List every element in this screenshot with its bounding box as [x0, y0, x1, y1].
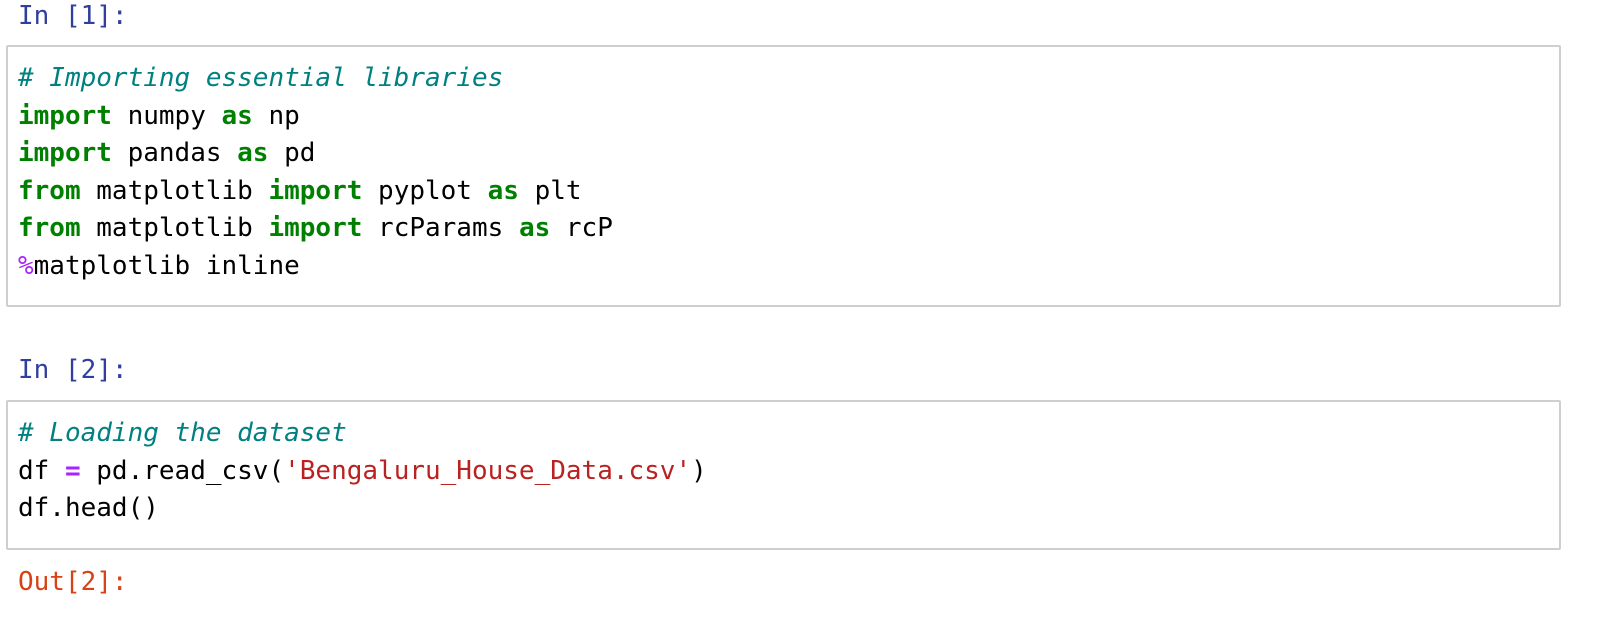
keyword-token: import	[18, 138, 112, 168]
magic-token: %	[18, 250, 34, 281]
code-line: # Importing essential libraries	[18, 60, 613, 98]
code-token: matplotlib inline	[33, 250, 300, 281]
code-cell-1[interactable]: # Importing essential libraries import nu…	[6, 45, 1561, 307]
code-line: from matplotlib import rcParams as rcP	[18, 210, 613, 248]
code-token: matplotlib	[80, 213, 269, 243]
keyword-token: as	[487, 175, 519, 206]
code-token: )	[691, 455, 707, 486]
code-token: pd	[268, 138, 316, 168]
keyword-token: import	[268, 175, 363, 206]
keyword-token: from	[18, 213, 81, 243]
code-line: import numpy as np	[18, 98, 613, 136]
code-token: rcP	[550, 213, 613, 243]
code-token: pd.read_csv(	[80, 455, 285, 486]
keyword-token: as	[237, 138, 269, 168]
cell-2-output-prompt: Out[2]:	[18, 567, 128, 597]
comment-token: # Loading the dataset	[18, 418, 347, 448]
code-line: df = pd.read_csv('Bengaluru_House_Data.c…	[18, 453, 707, 491]
code-cell-2[interactable]: # Loading the dataset df = pd.read_csv('B…	[6, 400, 1561, 550]
code-cell-1-source[interactable]: # Importing essential libraries import nu…	[18, 60, 613, 285]
comment-token: # Importing essential libraries	[18, 63, 504, 93]
code-token: rcParams	[362, 213, 519, 243]
code-token: df	[18, 455, 65, 486]
code-token: pandas	[111, 138, 238, 168]
keyword-token: import	[268, 213, 363, 243]
keyword-token: import	[18, 100, 112, 131]
keyword-token: as	[518, 213, 551, 243]
code-token: np	[252, 100, 300, 131]
cell-2-input-prompt: In [2]:	[18, 355, 128, 385]
keyword-token: from	[18, 175, 81, 206]
keyword-token: as	[221, 100, 253, 131]
string-token: 'Bengaluru_House_Data.csv'	[284, 455, 692, 486]
operator-token: =	[64, 455, 81, 486]
code-token: pyplot	[362, 175, 488, 206]
code-line: df.head()	[18, 490, 707, 528]
code-line: # Loading the dataset	[18, 415, 707, 453]
code-line: from matplotlib import pyplot as plt	[18, 173, 613, 211]
code-token: matplotlib	[80, 175, 269, 206]
code-cell-2-source[interactable]: # Loading the dataset df = pd.read_csv('B…	[18, 415, 707, 528]
code-line: import pandas as pd	[18, 135, 613, 173]
cell-1-input-prompt: In [1]:	[18, 1, 128, 31]
code-token: df.head()	[18, 493, 159, 523]
code-line: %matplotlib inline	[18, 248, 613, 286]
code-token: numpy	[111, 100, 222, 131]
code-token: plt	[518, 175, 582, 206]
